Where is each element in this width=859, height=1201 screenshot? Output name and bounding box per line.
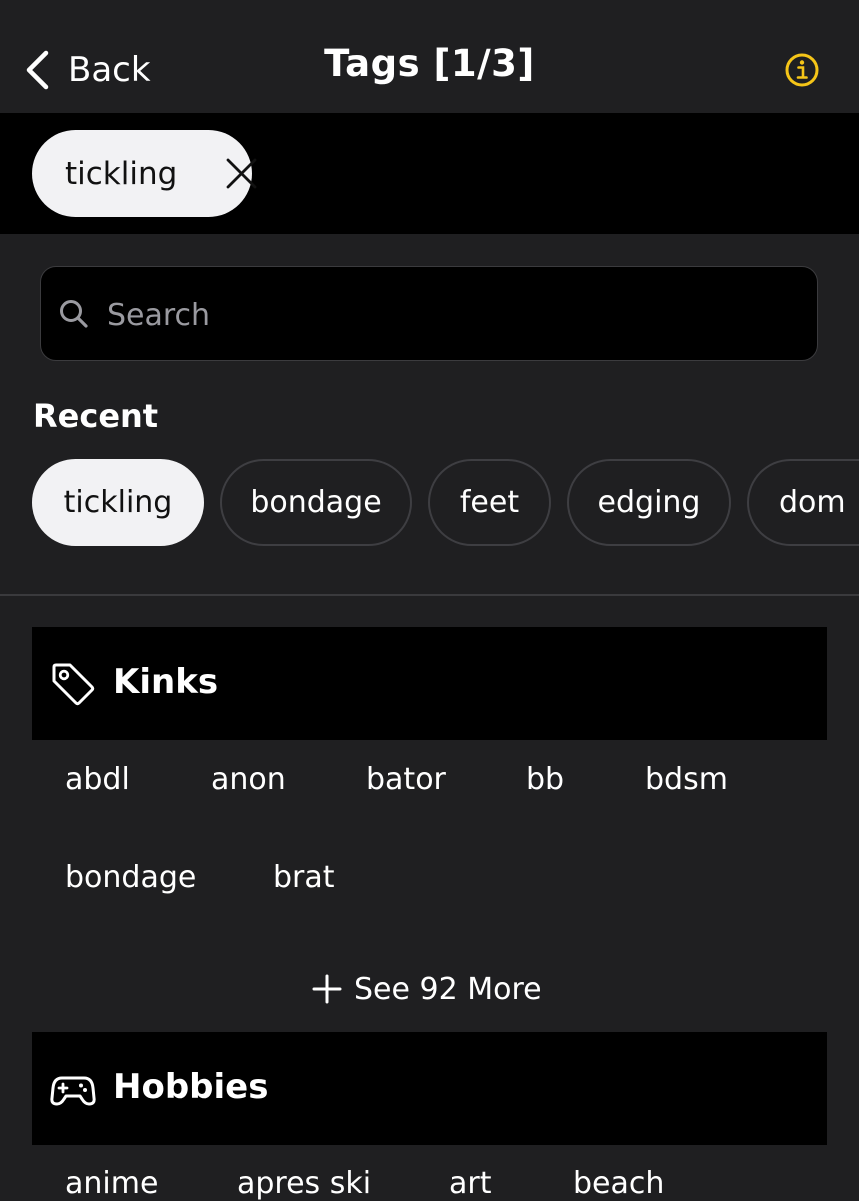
recent-tag-chip[interactable]: tickling bbox=[32, 459, 204, 546]
see-more-label: See 92 More bbox=[354, 971, 542, 1007]
recent-tag-chip[interactable]: dom bbox=[747, 459, 859, 546]
tag-icon bbox=[52, 663, 95, 706]
gamepad-icon bbox=[50, 1076, 96, 1106]
section-header-kinks: Kinks bbox=[32, 627, 827, 740]
tag-link[interactable]: abdl bbox=[65, 762, 130, 797]
section-header-hobbies: Hobbies bbox=[32, 1032, 827, 1145]
recent-heading: Recent bbox=[33, 397, 159, 435]
tag-link[interactable]: anime bbox=[65, 1166, 158, 1201]
tag-link[interactable]: bator bbox=[366, 762, 446, 797]
selected-tag-label: tickling bbox=[65, 155, 178, 192]
plus-icon bbox=[312, 974, 342, 1004]
tag-link[interactable]: art bbox=[449, 1166, 491, 1201]
see-more-button[interactable]: See 92 More bbox=[312, 967, 542, 1011]
page-title: Tags [1/3] bbox=[324, 42, 535, 85]
search-input[interactable] bbox=[105, 289, 799, 341]
divider bbox=[0, 594, 859, 596]
recent-tag-label: feet bbox=[459, 485, 520, 520]
recent-tag-label: edging bbox=[597, 485, 701, 520]
tag-link[interactable]: bdsm bbox=[645, 762, 728, 797]
tag-link[interactable]: beach bbox=[573, 1166, 664, 1201]
info-icon[interactable] bbox=[784, 52, 820, 88]
selected-tag-chip[interactable]: tickling bbox=[32, 130, 257, 217]
section-title: Hobbies bbox=[113, 1067, 269, 1107]
tag-link[interactable]: bondage bbox=[65, 860, 196, 895]
recent-tag-label: dom bbox=[779, 485, 846, 520]
tag-link[interactable]: bb bbox=[526, 762, 564, 797]
search-icon bbox=[60, 300, 88, 328]
tag-link[interactable]: brat bbox=[273, 860, 335, 895]
recent-tag-label: bondage bbox=[250, 485, 382, 520]
recent-tag-chip[interactable]: feet bbox=[428, 459, 551, 546]
tag-link[interactable]: apres ski bbox=[237, 1166, 371, 1201]
close-icon[interactable] bbox=[225, 157, 258, 190]
recent-tag-chip[interactable]: bondage bbox=[220, 459, 412, 546]
recent-tag-chip[interactable]: edging bbox=[567, 459, 731, 546]
section-title: Kinks bbox=[113, 662, 219, 702]
search-field[interactable] bbox=[40, 266, 818, 361]
recent-tag-label: tickling bbox=[63, 485, 173, 520]
tag-link[interactable]: anon bbox=[211, 762, 286, 797]
